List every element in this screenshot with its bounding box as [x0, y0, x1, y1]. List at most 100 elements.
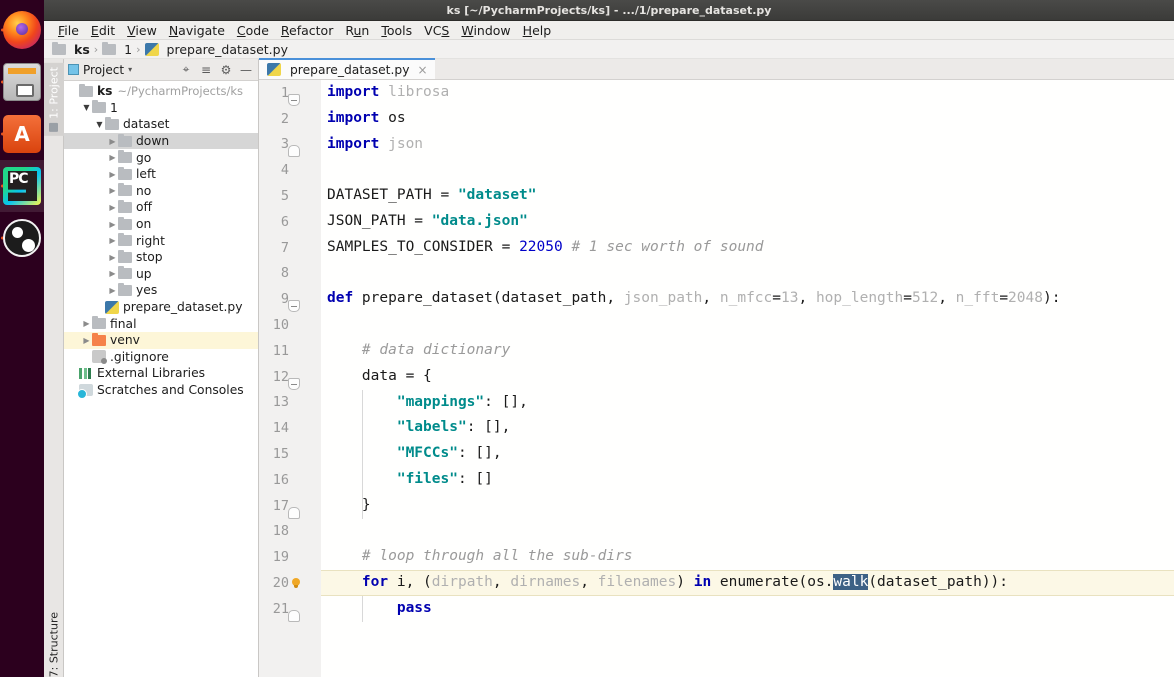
- menu-item-help[interactable]: Help: [517, 22, 558, 39]
- tree-node-prepare_dataset-py[interactable]: prepare_dataset.py: [64, 299, 258, 316]
- gutter-line-6[interactable]: 6: [259, 209, 321, 235]
- tree-node-external-libraries[interactable]: External Libraries: [64, 365, 258, 382]
- menu-item-run[interactable]: Run: [339, 22, 375, 39]
- fold-end-icon[interactable]: [288, 609, 300, 622]
- gutter-line-1[interactable]: 1: [259, 80, 321, 106]
- chevron-right-icon[interactable]: ▶: [107, 170, 118, 179]
- gutter-line-16[interactable]: 16: [259, 467, 321, 493]
- fold-end-icon[interactable]: [288, 145, 300, 158]
- gutter-line-21[interactable]: 21: [259, 596, 321, 622]
- tree-node-go[interactable]: ▶ go: [64, 149, 258, 166]
- gutter-line-18[interactable]: 18: [259, 519, 321, 545]
- menu-item-window[interactable]: Window: [455, 22, 516, 39]
- breadcrumb-item-1[interactable]: 1: [102, 41, 132, 57]
- code-content[interactable]: import librosa import os import json DATASE…: [321, 80, 1174, 677]
- code-line-11[interactable]: # data dictionary: [321, 338, 1174, 364]
- menu-item-navigate[interactable]: Navigate: [163, 22, 231, 39]
- tree-node-scratches-and-consoles[interactable]: Scratches and Consoles: [64, 382, 258, 399]
- gutter-line-15[interactable]: 15: [259, 441, 321, 467]
- code-line-9[interactable]: def prepare_dataset(dataset_path, json_p…: [321, 286, 1174, 312]
- gutter-line-2[interactable]: 2: [259, 106, 321, 132]
- chevron-right-icon[interactable]: ▶: [81, 336, 92, 345]
- chevron-right-icon[interactable]: ▶: [107, 236, 118, 245]
- tree-node-venv[interactable]: ▶ venv: [64, 331, 258, 349]
- dock-item-ubuntu-software[interactable]: A: [0, 108, 44, 160]
- code-line-6[interactable]: JSON_PATH = "data.json": [321, 209, 1174, 235]
- breadcrumb-item-ks[interactable]: ks: [52, 41, 90, 57]
- fold-end-icon[interactable]: [288, 506, 300, 519]
- code-line-21[interactable]: pass: [321, 596, 1174, 622]
- gutter-line-17[interactable]: 17: [259, 493, 321, 519]
- tree-node-ks[interactable]: ks ~/PycharmProjects/ks: [64, 83, 258, 100]
- code-line-3[interactable]: import json: [321, 132, 1174, 158]
- tree-node-stop[interactable]: ▶ stop: [64, 249, 258, 266]
- chevron-right-icon[interactable]: ▶: [107, 286, 118, 295]
- fold-collapse-icon[interactable]: [288, 93, 300, 106]
- close-icon[interactable]: ×: [417, 63, 427, 77]
- gutter-line-10[interactable]: 10: [259, 312, 321, 338]
- menu-item-file[interactable]: File: [52, 22, 85, 39]
- breadcrumb-item-prepare_dataset-py[interactable]: prepare_dataset.py: [144, 42, 288, 57]
- editor-gutter[interactable]: 1 2 3 4 5 6 7 8 9 10 11 12 13 14 15 16 17 18 19 20 21: [259, 80, 321, 677]
- fold-collapse-icon[interactable]: [288, 377, 300, 390]
- tree-node-on[interactable]: ▶ on: [64, 216, 258, 233]
- dock-item-firefox[interactable]: [0, 4, 44, 56]
- tree-node-up[interactable]: ▶ up: [64, 266, 258, 283]
- gutter-line-8[interactable]: 8: [259, 261, 321, 287]
- code-line-20[interactable]: for i, (dirpath, dirnames, filenames) in…: [321, 570, 1174, 596]
- tree-node-right[interactable]: ▶ right: [64, 232, 258, 249]
- chevron-right-icon[interactable]: ▶: [107, 186, 118, 195]
- tree-node-down[interactable]: ▶ down: [64, 132, 258, 150]
- code-line-14[interactable]: "labels": [],: [321, 415, 1174, 441]
- intention-bulb-icon[interactable]: [291, 578, 301, 589]
- gutter-line-11[interactable]: 11: [259, 338, 321, 364]
- menu-item-edit[interactable]: Edit: [85, 22, 121, 39]
- chevron-right-icon[interactable]: ▶: [107, 253, 118, 262]
- code-line-2[interactable]: import os: [321, 106, 1174, 132]
- gutter-line-5[interactable]: 5: [259, 183, 321, 209]
- chevron-right-icon[interactable]: ▶: [107, 203, 118, 212]
- tree-node-1[interactable]: ▼ 1: [64, 100, 258, 117]
- chevron-right-icon[interactable]: ▶: [81, 319, 92, 328]
- code-line-12[interactable]: data = {: [321, 364, 1174, 390]
- chevron-down-icon[interactable]: ▾: [128, 65, 132, 74]
- chevron-right-icon[interactable]: ▶: [107, 153, 118, 162]
- gutter-line-14[interactable]: 14: [259, 415, 321, 441]
- fold-collapse-icon[interactable]: [288, 300, 300, 313]
- chevron-down-icon[interactable]: ▼: [94, 120, 105, 129]
- tool-window-button-project[interactable]: 1: Project: [44, 63, 64, 136]
- code-line-19[interactable]: # loop through all the sub-dirs: [321, 544, 1174, 570]
- dock-item-files[interactable]: [0, 56, 44, 108]
- chevron-down-icon[interactable]: ▼: [81, 103, 92, 112]
- menu-item-tools[interactable]: Tools: [375, 22, 418, 39]
- tool-window-button-structure[interactable]: 7: Structure: [44, 608, 64, 677]
- dock-item-pycharm[interactable]: PC: [0, 160, 44, 212]
- menu-item-code[interactable]: Code: [231, 22, 275, 39]
- gutter-line-9[interactable]: 9: [259, 286, 321, 313]
- editor-scroll-area[interactable]: 1 2 3 4 5 6 7 8 9 10 11 12 13 14 15 16 17 18 19 20 21 import…: [259, 80, 1174, 677]
- gutter-line-20[interactable]: 20: [259, 570, 321, 596]
- dock-item-obs[interactable]: [0, 212, 44, 264]
- chevron-right-icon[interactable]: ▶: [107, 269, 118, 278]
- code-line-13[interactable]: "mappings": [],: [321, 390, 1174, 416]
- gutter-line-13[interactable]: 13: [259, 390, 321, 416]
- editor-tab-prepare-dataset[interactable]: prepare_dataset.py ×: [259, 58, 435, 79]
- gutter-line-4[interactable]: 4: [259, 157, 321, 183]
- tree-node-off[interactable]: ▶ off: [64, 199, 258, 216]
- collapse-all-icon[interactable]: ≡: [198, 62, 214, 78]
- code-line-1[interactable]: import librosa: [321, 80, 1174, 106]
- code-line-17[interactable]: }: [321, 493, 1174, 519]
- tree-node-dataset[interactable]: ▼ dataset: [64, 116, 258, 133]
- gutter-line-7[interactable]: 7: [259, 235, 321, 261]
- settings-gear-icon[interactable]: ⚙: [218, 62, 234, 78]
- gutter-line-19[interactable]: 19: [259, 544, 321, 570]
- project-panel-title[interactable]: Project ▾: [68, 63, 174, 77]
- code-line-4[interactable]: [321, 157, 1174, 183]
- gutter-line-3[interactable]: 3: [259, 132, 321, 158]
- code-line-15[interactable]: "MFCCs": [],: [321, 441, 1174, 467]
- code-line-10[interactable]: [321, 312, 1174, 338]
- menu-item-view[interactable]: View: [121, 22, 163, 39]
- hide-panel-icon[interactable]: —: [238, 62, 254, 78]
- menu-item-refactor[interactable]: Refactor: [275, 22, 339, 39]
- code-line-8[interactable]: [321, 261, 1174, 287]
